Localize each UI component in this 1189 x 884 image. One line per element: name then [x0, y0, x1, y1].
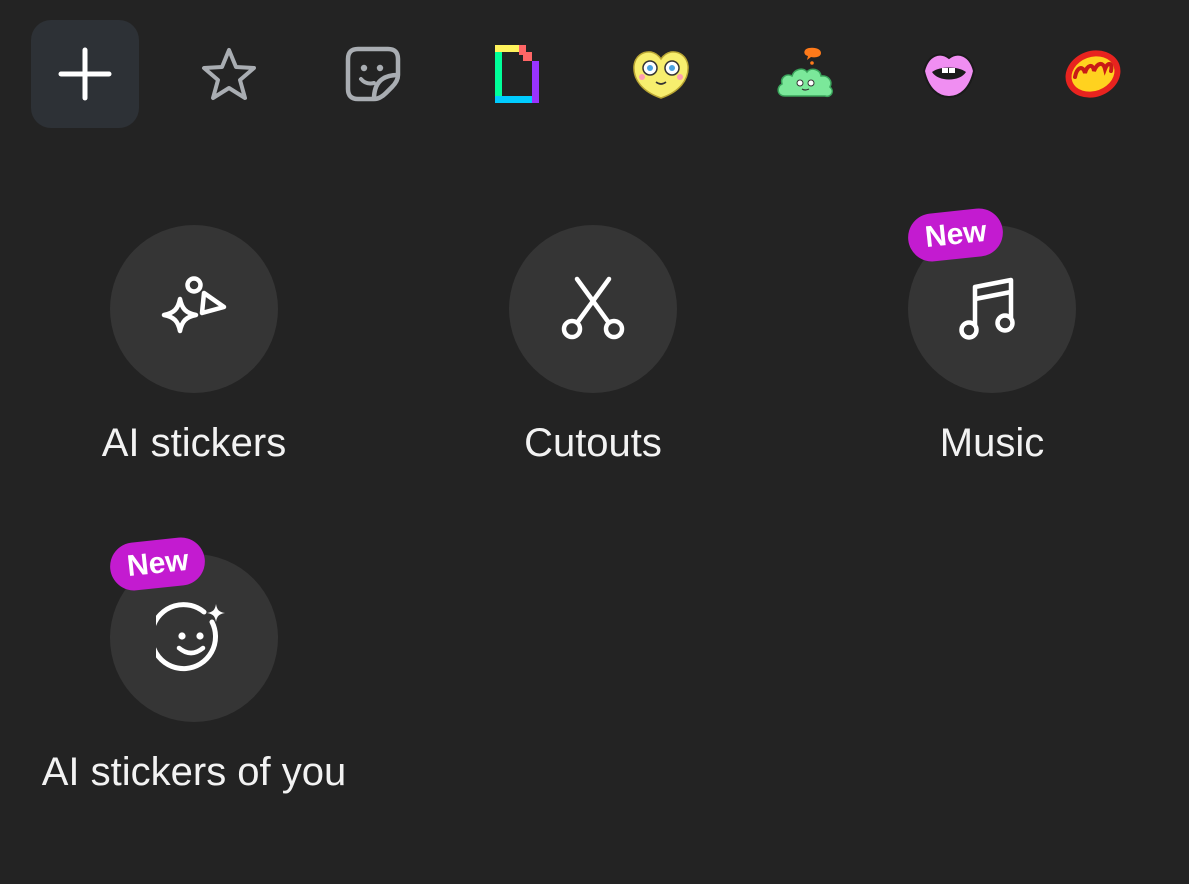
- tab-giphy[interactable]: [463, 20, 571, 128]
- green-cloud-sticker-icon: [777, 47, 833, 98]
- star-icon: [202, 48, 256, 100]
- ai-stickers-of-you-label: AI stickers of you: [41, 750, 347, 794]
- wow-sticker-icon: [1065, 50, 1121, 98]
- tab-add[interactable]: [31, 20, 139, 128]
- sparkle-shapes-icon: [161, 276, 227, 334]
- scissors-icon: [561, 276, 625, 340]
- cutouts-label: Cutouts: [524, 421, 662, 465]
- smiley-sparkle-icon: [156, 602, 225, 672]
- tab-sticker-pack-lips[interactable]: [895, 20, 1003, 128]
- music-label: Music: [939, 421, 1045, 465]
- ai-stickers-tile[interactable]: AI stickers: [24, 225, 364, 467]
- music-tile[interactable]: New Music: [822, 206, 1162, 467]
- tab-sticker-pack-wow[interactable]: [1039, 20, 1147, 128]
- tab-sticker-pack-cloud[interactable]: [751, 20, 859, 128]
- ai-stickers-label: AI stickers: [101, 421, 287, 465]
- yellow-heart-sticker-icon: [633, 51, 689, 99]
- cutouts-tile[interactable]: Cutouts: [423, 225, 763, 467]
- ai-stickers-of-you-tile[interactable]: New AI stickers of you: [24, 535, 364, 796]
- new-badge: New: [107, 535, 207, 593]
- tab-favorites[interactable]: [175, 20, 283, 128]
- music-button[interactable]: New: [905, 206, 1076, 393]
- pink-lips-sticker-icon: [922, 53, 976, 99]
- giphy-logo-icon: [495, 45, 539, 103]
- ai-stickers-of-you-button[interactable]: New: [107, 535, 278, 722]
- cutouts-button[interactable]: [509, 225, 677, 393]
- sticker-tray: AI stickers Cutouts New Music New AI sti…: [0, 0, 1189, 884]
- music-note-icon: [959, 277, 1015, 340]
- plus-icon: [58, 47, 112, 101]
- sticker-face-icon: [345, 46, 401, 102]
- tab-stickers[interactable]: [319, 20, 427, 128]
- ai-stickers-button[interactable]: [110, 225, 278, 393]
- new-badge: New: [905, 206, 1005, 264]
- tab-sticker-pack-heart[interactable]: [607, 20, 715, 128]
